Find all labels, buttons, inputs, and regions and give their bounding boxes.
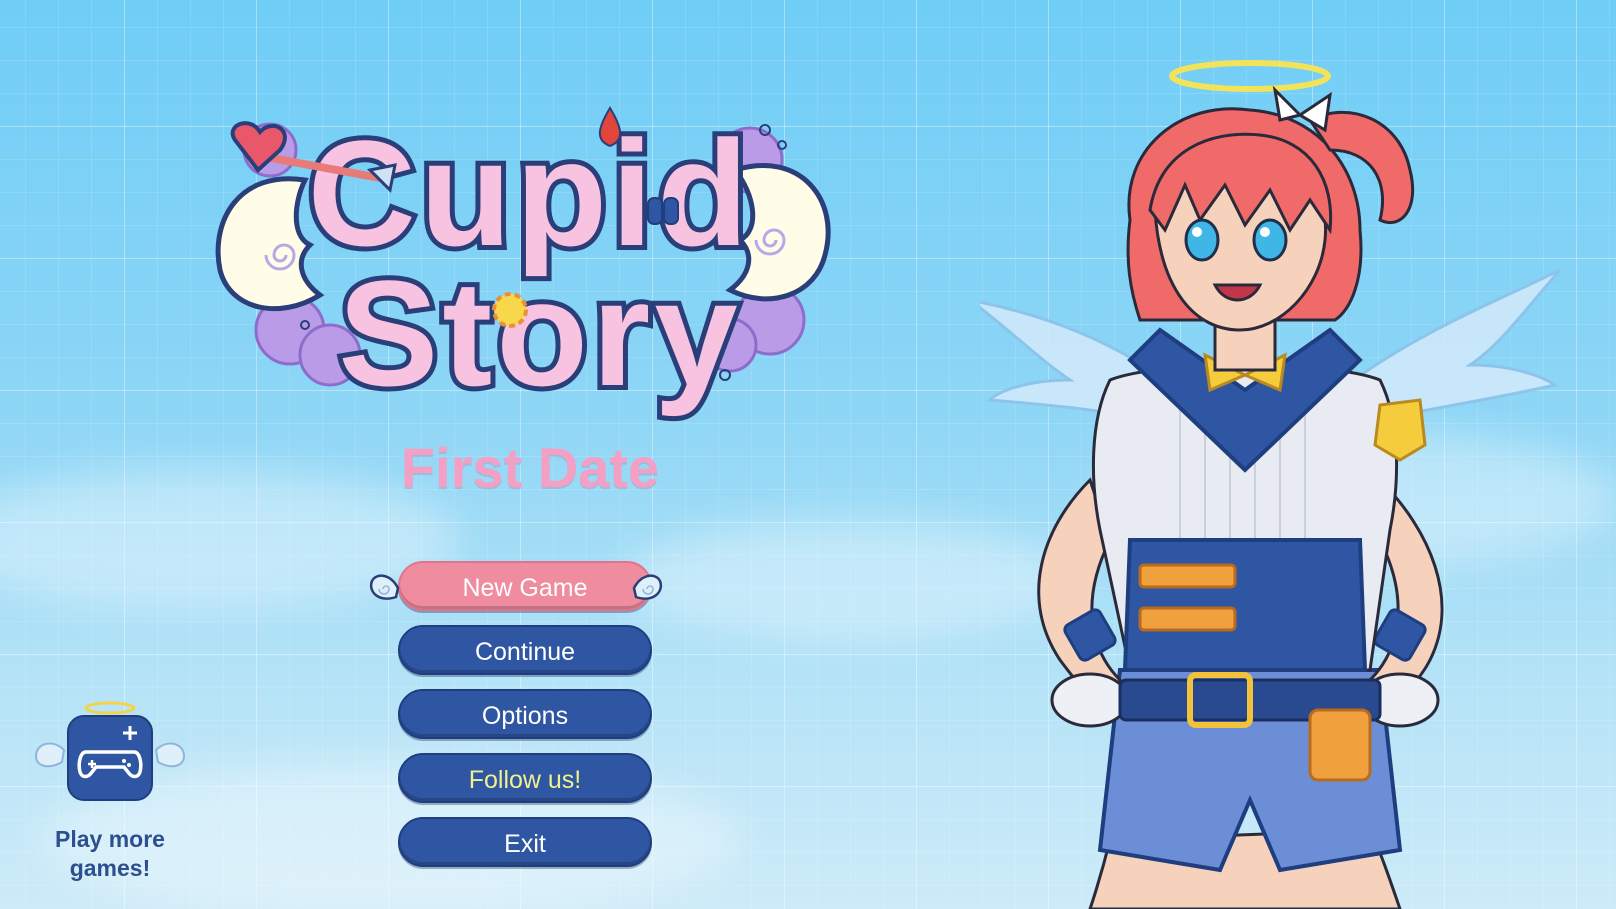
play-more-games-line-1: Play more (55, 826, 165, 852)
belt-pouch (1308, 708, 1372, 782)
logo-left-wing (215, 176, 325, 312)
character-corset (1122, 538, 1368, 672)
play-more-games-line-2: games! (69, 855, 151, 881)
shoulder-badge-icon (1373, 398, 1427, 462)
selected-left-wing-icon (369, 574, 400, 600)
play-more-games-button[interactable]: Play more games! (30, 700, 190, 890)
right-eye (1252, 218, 1288, 262)
follow-us-button[interactable]: Follow us! (398, 753, 652, 803)
left-glove (1050, 672, 1130, 728)
burst-icon (492, 292, 528, 328)
game-logo: Cupid Story (215, 104, 831, 422)
halo-icon (1169, 60, 1331, 92)
play-more-games-label: Play more games! (30, 825, 190, 883)
new-game-button[interactable]: New Game (398, 561, 652, 611)
title-screen: Cupid Story First Date New Game Continue… (0, 0, 1616, 909)
corset-strap-1 (1138, 563, 1237, 589)
exit-button[interactable]: Exit (398, 817, 652, 867)
selected-right-wing-icon (632, 574, 663, 600)
options-button[interactable]: Options (398, 689, 652, 739)
game-subtitle: First Date (400, 436, 660, 499)
gamepad-plus-icon (34, 701, 186, 801)
continue-button[interactable]: Continue (398, 625, 652, 675)
main-menu: New Game Continue Options Follow us! Exi… (369, 561, 663, 881)
corset-strap-2 (1138, 606, 1237, 632)
cupid-character-illustration (980, 60, 1562, 909)
logo-word-2: Story (338, 249, 741, 417)
left-eye (1184, 218, 1220, 262)
